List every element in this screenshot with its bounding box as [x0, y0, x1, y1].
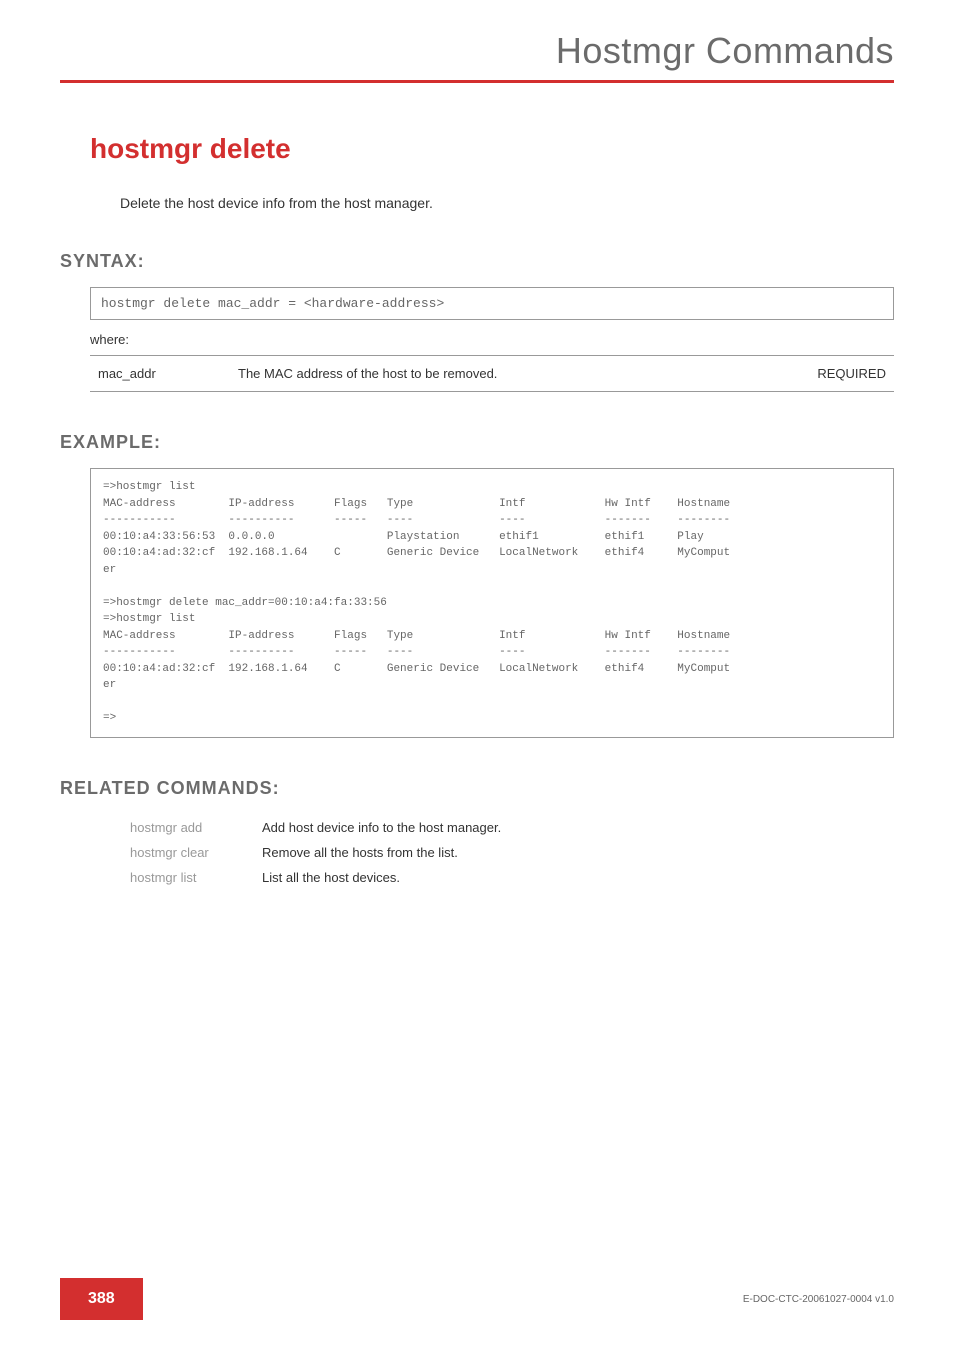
related-desc: List all the host devices.: [254, 866, 509, 889]
page-header: Hostmgr Commands: [0, 0, 954, 83]
where-label: where:: [90, 332, 894, 347]
table-row: mac_addr The MAC address of the host to …: [90, 356, 894, 392]
table-row: hostmgr list List all the host devices.: [122, 866, 509, 889]
example-heading: EXAMPLE:: [60, 432, 894, 453]
table-row: hostmgr clear Remove all the hosts from …: [122, 841, 509, 864]
page-footer: 388 E-DOC-CTC-20061027-0004 v1.0: [0, 1278, 954, 1320]
command-title: hostmgr delete: [90, 133, 894, 165]
table-row: hostmgr add Add host device info to the …: [122, 816, 509, 839]
related-heading: RELATED COMMANDS:: [60, 778, 894, 799]
header-title: Hostmgr Commands: [60, 30, 894, 72]
related-desc: Add host device info to the host manager…: [254, 816, 509, 839]
command-description: Delete the host device info from the hos…: [120, 195, 894, 211]
syntax-code-box: hostmgr delete mac_addr = <hardware-addr…: [90, 287, 894, 320]
footer-docref: E-DOC-CTC-20061027-0004 v1.0: [743, 1294, 894, 1305]
param-desc: The MAC address of the host to be remove…: [230, 356, 794, 392]
related-cmd: hostmgr list: [122, 866, 252, 889]
example-code-box: =>hostmgr list MAC-address IP-address Fl…: [90, 468, 894, 738]
content-area: hostmgr delete Delete the host device in…: [0, 83, 954, 891]
param-name: mac_addr: [90, 356, 230, 392]
related-cmd: hostmgr clear: [122, 841, 252, 864]
related-desc: Remove all the hosts from the list.: [254, 841, 509, 864]
param-req: REQUIRED: [794, 356, 894, 392]
param-table: mac_addr The MAC address of the host to …: [90, 355, 894, 392]
related-cmd: hostmgr add: [122, 816, 252, 839]
syntax-heading: SYNTAX:: [60, 251, 894, 272]
related-commands-table: hostmgr add Add host device info to the …: [120, 814, 511, 891]
page-number: 388: [60, 1278, 143, 1320]
